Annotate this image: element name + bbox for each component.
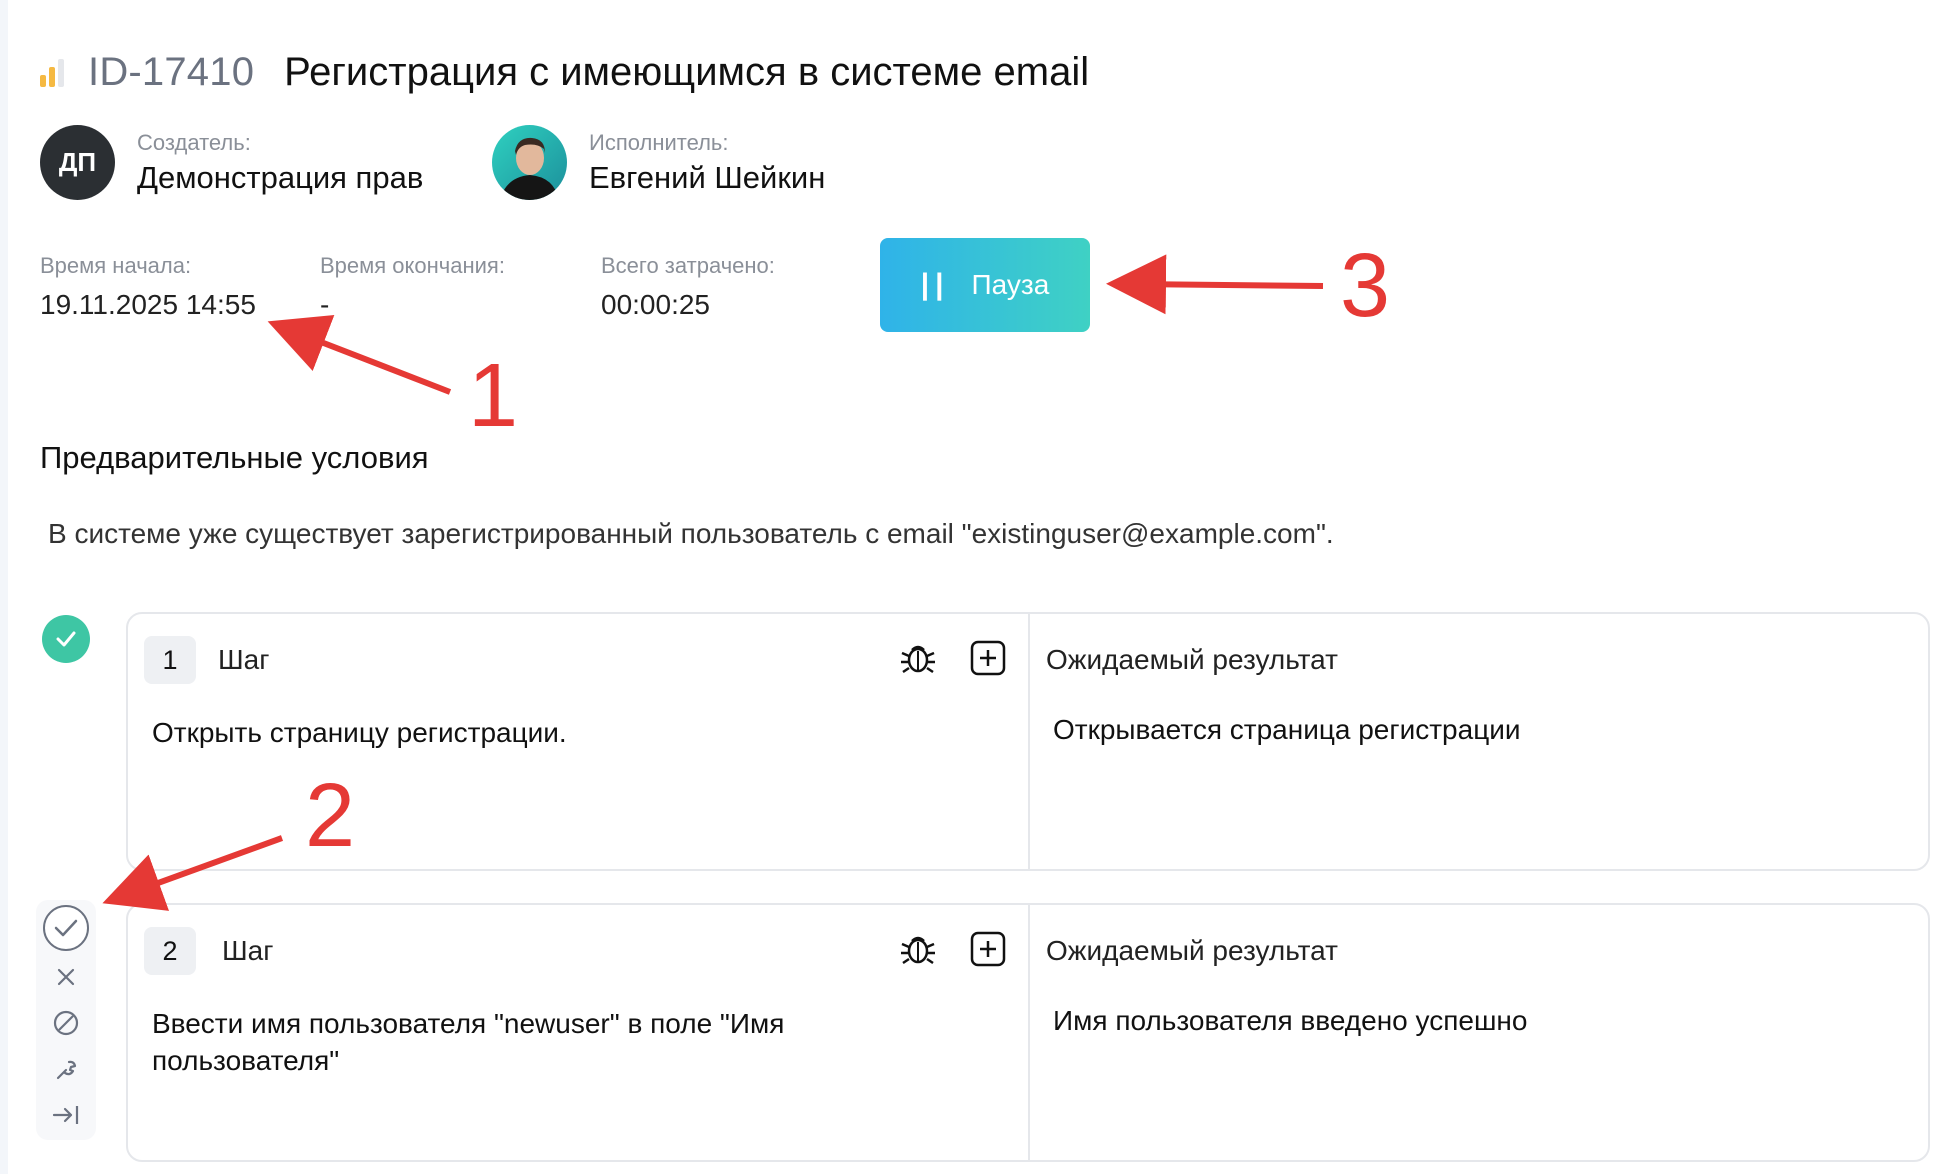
- annotation-arrows: [102, 254, 1324, 911]
- annotation-arrow-1: [267, 315, 452, 395]
- annotation-arrow-2: [102, 835, 284, 911]
- annotation-number-1: 1: [468, 346, 519, 446]
- annotation-number-2: 2: [305, 766, 356, 866]
- annotation-arrow-3: [1106, 254, 1324, 315]
- annotation-number-3: 3: [1340, 236, 1391, 336]
